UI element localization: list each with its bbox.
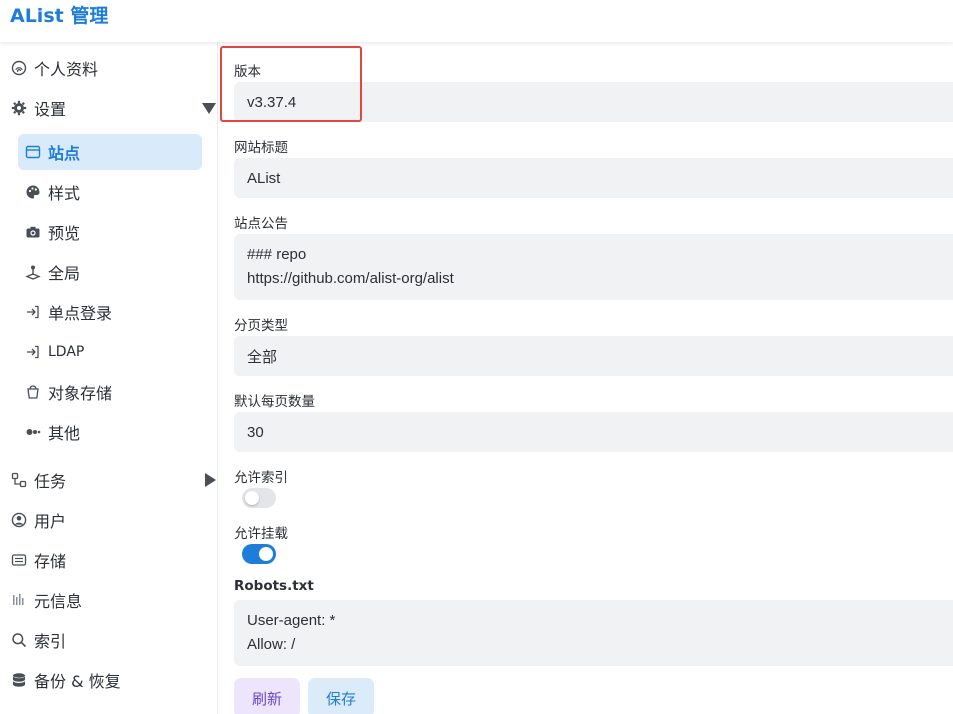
save-button[interactable]: 保存 <box>308 678 374 714</box>
chevron-right-icon[interactable] <box>205 473 216 487</box>
sidebar-item-site[interactable]: 站点 <box>18 134 202 170</box>
bucket-icon <box>24 383 42 401</box>
robots-label: Robots.txt <box>234 578 314 594</box>
announcement-line: ### repo <box>247 246 307 263</box>
sidebar-item-label: 索引 <box>34 632 67 651</box>
sidebar-item-label: 元信息 <box>34 592 83 611</box>
sidebar-item-label: 对象存储 <box>48 384 113 403</box>
toggle-knob <box>245 491 259 505</box>
default-page-size-input[interactable]: 30 <box>234 412 953 452</box>
default-page-size-label: 默认每页数量 <box>234 394 315 410</box>
pagination-type-label: 分页类型 <box>234 318 288 334</box>
login-arrow-icon <box>24 343 42 361</box>
sidebar-item-label: 用户 <box>34 512 67 531</box>
fingerprint-icon <box>10 59 28 77</box>
announcement-line: https://github.com/alist-org/alist <box>247 270 454 287</box>
workflow-icon <box>10 471 28 489</box>
robots-line: User-agent: * <box>247 612 336 629</box>
sidebar-item-label: 任务 <box>34 472 67 491</box>
sidebar-item-preview[interactable]: 预览 <box>24 214 80 250</box>
sidebar-item-label: 其他 <box>48 424 81 443</box>
login-arrow-icon <box>24 303 42 321</box>
sidebar-item-sso[interactable]: 单点登录 <box>24 294 112 330</box>
toggle-knob <box>259 547 273 561</box>
search-icon <box>10 631 28 649</box>
top-header: AList 管理 <box>0 0 953 42</box>
sidebar-item-label: 单点登录 <box>48 304 113 323</box>
announcement-textarea[interactable]: ### repo https://github.com/alist-org/al… <box>234 234 953 300</box>
sidebar-item-global[interactable]: 全局 <box>24 254 80 290</box>
allow-mounted-label: 允许挂载 <box>234 526 288 542</box>
pagination-type-select[interactable]: 全部 <box>234 336 953 376</box>
sidebar-item-storage[interactable]: 存储 <box>10 542 66 578</box>
sidebar-item-other[interactable]: 其他 <box>24 414 80 450</box>
allow-mounted-toggle[interactable] <box>242 544 276 564</box>
sidebar-item-profile[interactable]: 个人资料 <box>10 50 98 86</box>
site-title-label: 网站标题 <box>234 140 288 156</box>
browser-window-icon <box>24 143 42 161</box>
allow-indexed-label: 允许索引 <box>234 470 288 486</box>
sidebar-item-label: 个人资料 <box>34 60 99 79</box>
sidebar-item-label: 样式 <box>48 184 81 203</box>
refresh-button[interactable]: 刷新 <box>234 678 300 714</box>
gear-icon <box>10 99 28 117</box>
database-icon <box>10 671 28 689</box>
sidebar-item-object-storage[interactable]: 对象存储 <box>24 374 112 410</box>
sidebar-item-label: 存储 <box>34 552 67 571</box>
sidebar-item-users[interactable]: 用户 <box>10 502 66 538</box>
sidebar-item-label: LDAP <box>48 344 85 360</box>
user-circle-icon <box>10 511 28 529</box>
sidebar-item-index[interactable]: 索引 <box>10 622 66 658</box>
chevron-down-icon[interactable] <box>202 102 216 114</box>
joystick-icon <box>24 263 42 281</box>
app-title[interactable]: AList 管理 <box>10 1 108 28</box>
dots-icon <box>24 423 42 441</box>
sidebar-item-label: 站点 <box>48 144 81 163</box>
sidebar-item-label: 全局 <box>48 264 81 283</box>
palette-icon <box>24 183 42 201</box>
sidebar-item-style[interactable]: 样式 <box>24 174 80 210</box>
camera-icon <box>24 223 42 241</box>
metadata-icon <box>10 591 28 609</box>
sidebar-item-label: 备份 & 恢复 <box>34 672 121 691</box>
version-highlight-box <box>220 46 362 122</box>
sidebar-item-metadata[interactable]: 元信息 <box>10 582 82 618</box>
announcement-label: 站点公告 <box>234 216 288 232</box>
allow-indexed-toggle[interactable] <box>242 488 276 508</box>
site-title-input[interactable]: AList <box>234 158 953 198</box>
sidebar-item-ldap[interactable]: LDAP <box>24 334 84 370</box>
sidebar-item-tasks[interactable]: 任务 <box>10 462 216 498</box>
sidebar-item-backup-restore[interactable]: 备份 & 恢复 <box>10 662 121 698</box>
sidebar-item-label: 设置 <box>34 100 67 119</box>
storage-icon <box>10 551 28 569</box>
robots-textarea[interactable]: User-agent: * Allow: / <box>234 600 953 666</box>
sidebar-item-label: 预览 <box>48 224 81 243</box>
robots-line: Allow: / <box>247 636 296 653</box>
sidebar-item-settings[interactable]: 设置 <box>10 90 216 126</box>
